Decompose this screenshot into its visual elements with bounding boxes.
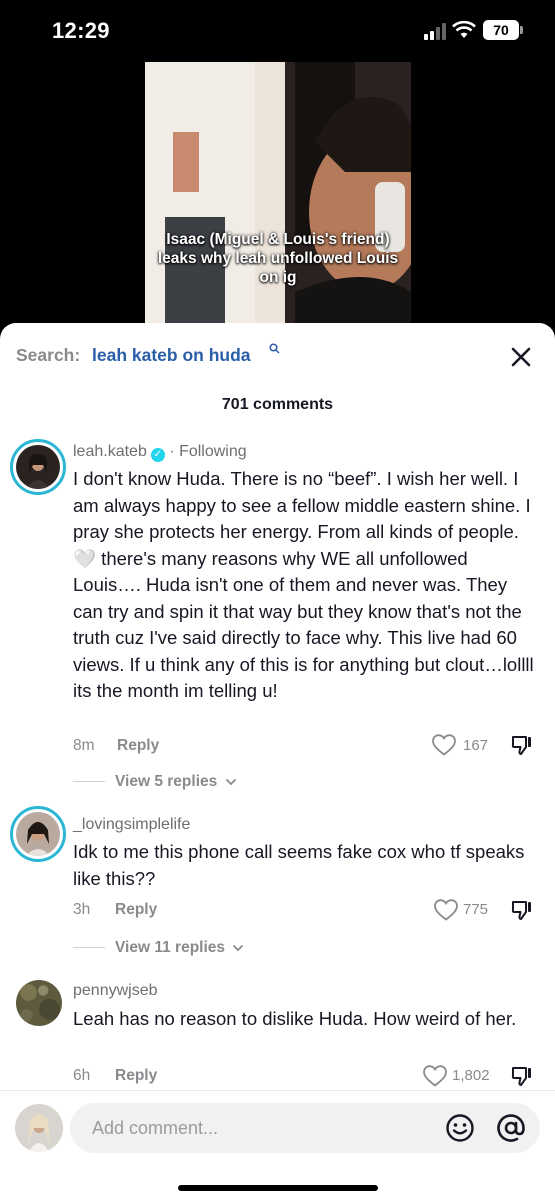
search-icon[interactable] <box>269 343 280 354</box>
avatar-image <box>16 445 60 489</box>
comment-input-bar <box>0 1090 555 1200</box>
following-label: · Following <box>169 443 247 460</box>
emoji-icon[interactable] <box>445 1113 475 1143</box>
dislike-icon[interactable] <box>510 1064 534 1088</box>
battery-indicator: 70 <box>483 20 519 40</box>
avatar[interactable] <box>10 439 66 495</box>
chevron-down-icon <box>225 778 236 786</box>
comment-text: Idk to me this phone call seems fake cox… <box>73 841 525 889</box>
home-indicator <box>178 1185 378 1191</box>
like-count: 775 <box>463 901 489 918</box>
username-text: leah.kateb <box>73 443 147 460</box>
comments-sheet: Search: leah kateb on huda 701 comments … <box>0 323 555 1200</box>
signal-icon <box>424 23 446 40</box>
comment-text: Leah has no reason to dislike Huda. How … <box>73 1008 517 1029</box>
avatar-image <box>16 980 62 1026</box>
comment-time: 6h <box>73 1067 91 1084</box>
view-replies-label: View 11 replies <box>115 939 226 956</box>
avatar[interactable] <box>10 806 66 862</box>
view-replies-button[interactable]: View 11 replies <box>73 939 244 957</box>
like-count: 167 <box>463 737 489 754</box>
close-icon[interactable] <box>509 345 533 369</box>
battery-nub <box>520 26 523 34</box>
comment-username[interactable]: pennywjseb <box>73 982 158 1000</box>
video-frame <box>145 62 411 337</box>
status-time: 12:29 <box>52 18 110 43</box>
replies-divider <box>73 947 105 949</box>
search-query-link[interactable]: leah kateb on huda <box>92 345 251 366</box>
search-label: Search: <box>16 345 81 365</box>
my-avatar[interactable] <box>15 1104 63 1152</box>
like-count: 1,802 <box>452 1067 490 1084</box>
mention-icon[interactable] <box>496 1113 526 1143</box>
comment-username[interactable]: leah.kateb ✓ · Following <box>73 443 247 462</box>
chevron-down-icon <box>233 944 244 952</box>
comment-time: 3h <box>73 901 91 918</box>
comment-username[interactable]: _lovingsimplelife <box>73 816 190 834</box>
heart-icon[interactable] <box>431 733 457 757</box>
video-caption: Isaac (Miguel & Louis's friend) leaks wh… <box>157 231 399 286</box>
status-bar: 12:29 70 <box>0 0 555 62</box>
verified-icon: ✓ <box>150 448 165 462</box>
comment-time: 8m <box>73 737 95 754</box>
comment-text: I don't know Huda. There is no “beef”. I… <box>73 468 534 701</box>
reply-button[interactable]: Reply <box>115 901 157 919</box>
avatar-image <box>16 812 60 856</box>
video-player[interactable]: Isaac (Miguel & Louis's friend) leaks wh… <box>145 62 411 337</box>
dislike-icon[interactable] <box>510 733 534 757</box>
my-avatar-image <box>15 1104 63 1152</box>
comment-count: 701 comments <box>221 396 334 413</box>
reply-button[interactable]: Reply <box>115 1067 157 1085</box>
dislike-icon[interactable] <box>510 898 534 922</box>
replies-divider <box>73 781 105 783</box>
wifi-icon <box>452 21 476 38</box>
view-replies-button[interactable]: View 5 replies <box>73 773 237 791</box>
heart-icon[interactable] <box>422 1064 448 1088</box>
avatar[interactable] <box>16 980 62 1026</box>
reply-button[interactable]: Reply <box>117 737 159 755</box>
view-replies-label: View 5 replies <box>115 773 218 790</box>
heart-icon[interactable] <box>433 898 459 922</box>
